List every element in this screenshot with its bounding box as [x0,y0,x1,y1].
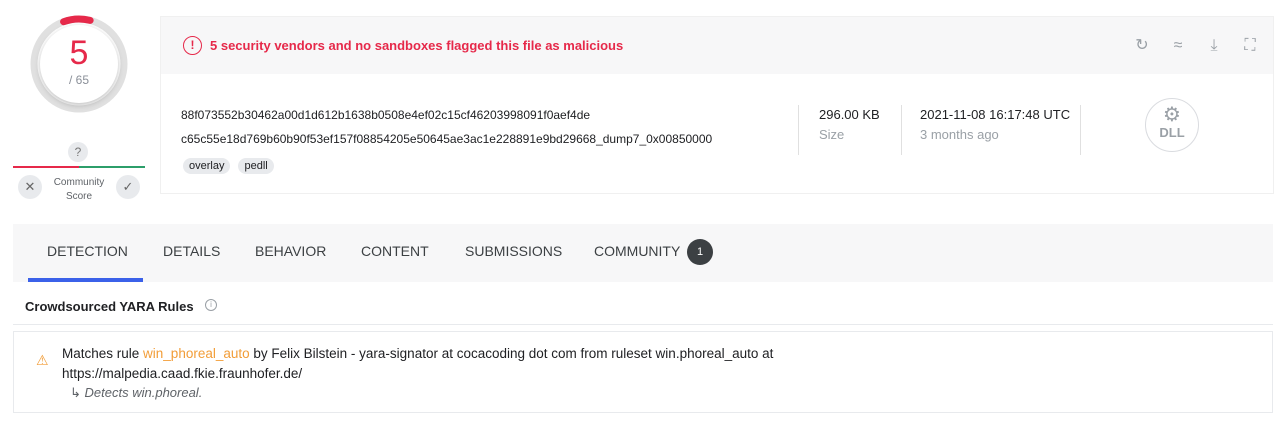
info-icon[interactable]: i [205,299,217,311]
check-icon: ✓ [122,179,134,194]
tab-community[interactable]: COMMUNITY [594,243,680,259]
similar-icon[interactable]: ≈ [1167,35,1189,57]
detection-score-ring: 5 / 65 [30,15,128,113]
yara-rule-item: ⚠ Matches rule win_phoreal_auto by Felix… [13,331,1273,413]
tab-behavior[interactable]: BEHAVIOR [255,243,326,259]
yara-section-header: Crowdsourced YARA Rules i [13,288,1273,325]
tab-details[interactable]: DETAILS [163,243,220,259]
community-score-label: Community Score [53,177,105,202]
detection-total: / 65 [68,73,89,87]
file-size-label: Size [819,127,845,142]
reanalyze-icon[interactable]: ↻ [1131,35,1153,57]
alert-icon: ! [183,36,202,55]
vote-harmful-button[interactable]: ✕ [18,175,42,199]
active-tab-indicator [28,278,143,282]
alert-bar: ! 5 security vendors and no sandboxes fl… [161,17,1273,74]
divider [798,105,799,155]
file-type-icon: ⚙ DLL [1145,98,1199,152]
tab-detection[interactable]: DETECTION [47,243,128,259]
rule-prefix: Matches rule [62,346,144,361]
return-arrow-icon: ↳ [70,385,81,400]
score-inner: 5 / 65 [40,25,118,103]
community-score-bar [13,166,145,168]
divider [901,105,902,155]
tab-bar: DETECTION DETAILS BEHAVIOR CONTENT SUBMI… [13,224,1273,282]
last-analysis-relative: 3 months ago [920,127,999,142]
rule-suffix: by Felix Bilstein - yara-signator at coc… [249,346,774,361]
file-tags: overlay pedll [183,158,274,174]
gear-icon: ⚙ [1163,104,1181,126]
file-hash[interactable]: 88f073552b30462a00d1d612b1638b0508e4ef02… [181,108,590,122]
community-count-badge: 1 [687,239,713,265]
section-title: Crowdsourced YARA Rules [25,299,194,314]
toolbar: ↻ ≈ ⤓ ⛶ [1131,35,1261,57]
community-score-value: ? [68,142,88,162]
download-icon[interactable]: ⤓ [1203,35,1225,57]
tab-submissions[interactable]: SUBMISSIONS [465,243,562,259]
detection-count: 5 [69,34,89,72]
last-analysis-date: 2021-11-08 16:17:48 UTC [920,107,1071,122]
close-icon: ✕ [24,179,36,194]
file-summary-card: ! 5 security vendors and no sandboxes fl… [160,16,1274,194]
graph-icon[interactable]: ⛶ [1239,35,1261,57]
tag[interactable]: pedll [238,158,274,174]
divider [1080,105,1081,155]
file-size-value: 296.00 KB [819,107,880,122]
file-name: c65c55e18d769b60b90f53ef157f08854205e506… [181,132,713,146]
rule-name-link[interactable]: win_phoreal_auto [143,346,250,361]
file-type-label: DLL [1159,125,1185,140]
alert-text: 5 security vendors and no sandboxes flag… [210,38,624,53]
tag[interactable]: overlay [183,158,231,174]
tab-content[interactable]: CONTENT [361,243,429,259]
rule-description-line: ↳ Detects win.phoreal. [70,385,202,401]
rule-url[interactable]: https://malpedia.caad.fkie.fraunhofer.de… [62,366,302,381]
warning-icon: ⚠ [36,352,49,368]
rule-description: Detects win.phoreal. [84,385,203,400]
vote-harmless-button[interactable]: ✓ [116,175,140,199]
rule-text: Matches rule win_phoreal_auto by Felix B… [62,344,882,384]
